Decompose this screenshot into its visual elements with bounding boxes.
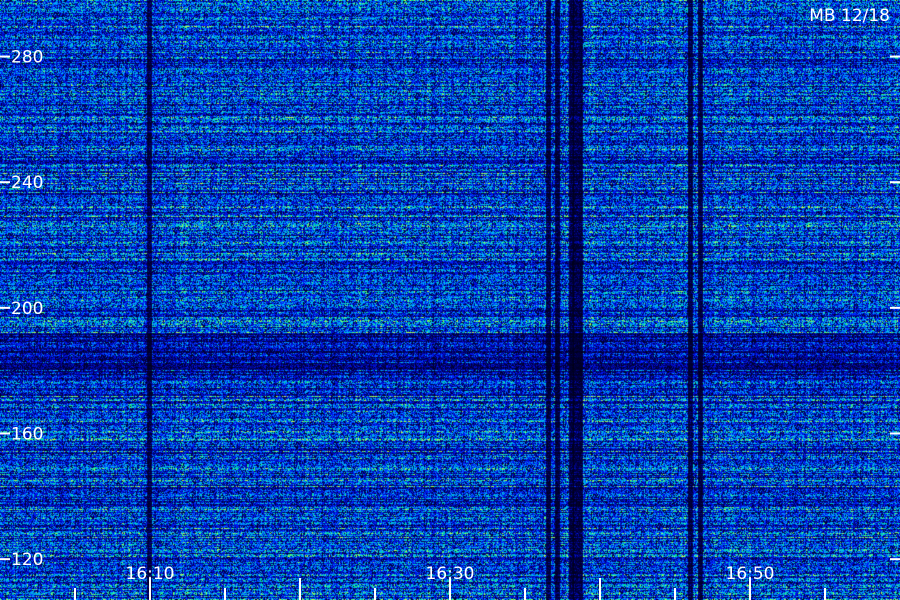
y-tick-label: 200: [11, 299, 43, 319]
x-tick-label: 16:50: [726, 564, 775, 584]
y-tick-label: 160: [11, 425, 43, 445]
y-tick-label: 120: [11, 550, 43, 570]
spectrogram-chart: 120 160 200 240 280 16:10 16:30 16:50 MB 12/18: [0, 0, 900, 600]
y-axis: 120 160 200 240 280: [0, 48, 900, 570]
x-axis: 16:10 16:30 16:50: [74, 564, 826, 600]
y-tick-label: 280: [11, 48, 43, 68]
chart-title: MB 12/18: [809, 6, 890, 26]
axis-overlay: 120 160 200 240 280 16:10 16:30 16:50: [0, 48, 900, 600]
x-tick-label: 16:30: [426, 564, 475, 584]
y-tick-label: 240: [11, 173, 43, 193]
x-tick-label: 16:10: [126, 564, 175, 584]
